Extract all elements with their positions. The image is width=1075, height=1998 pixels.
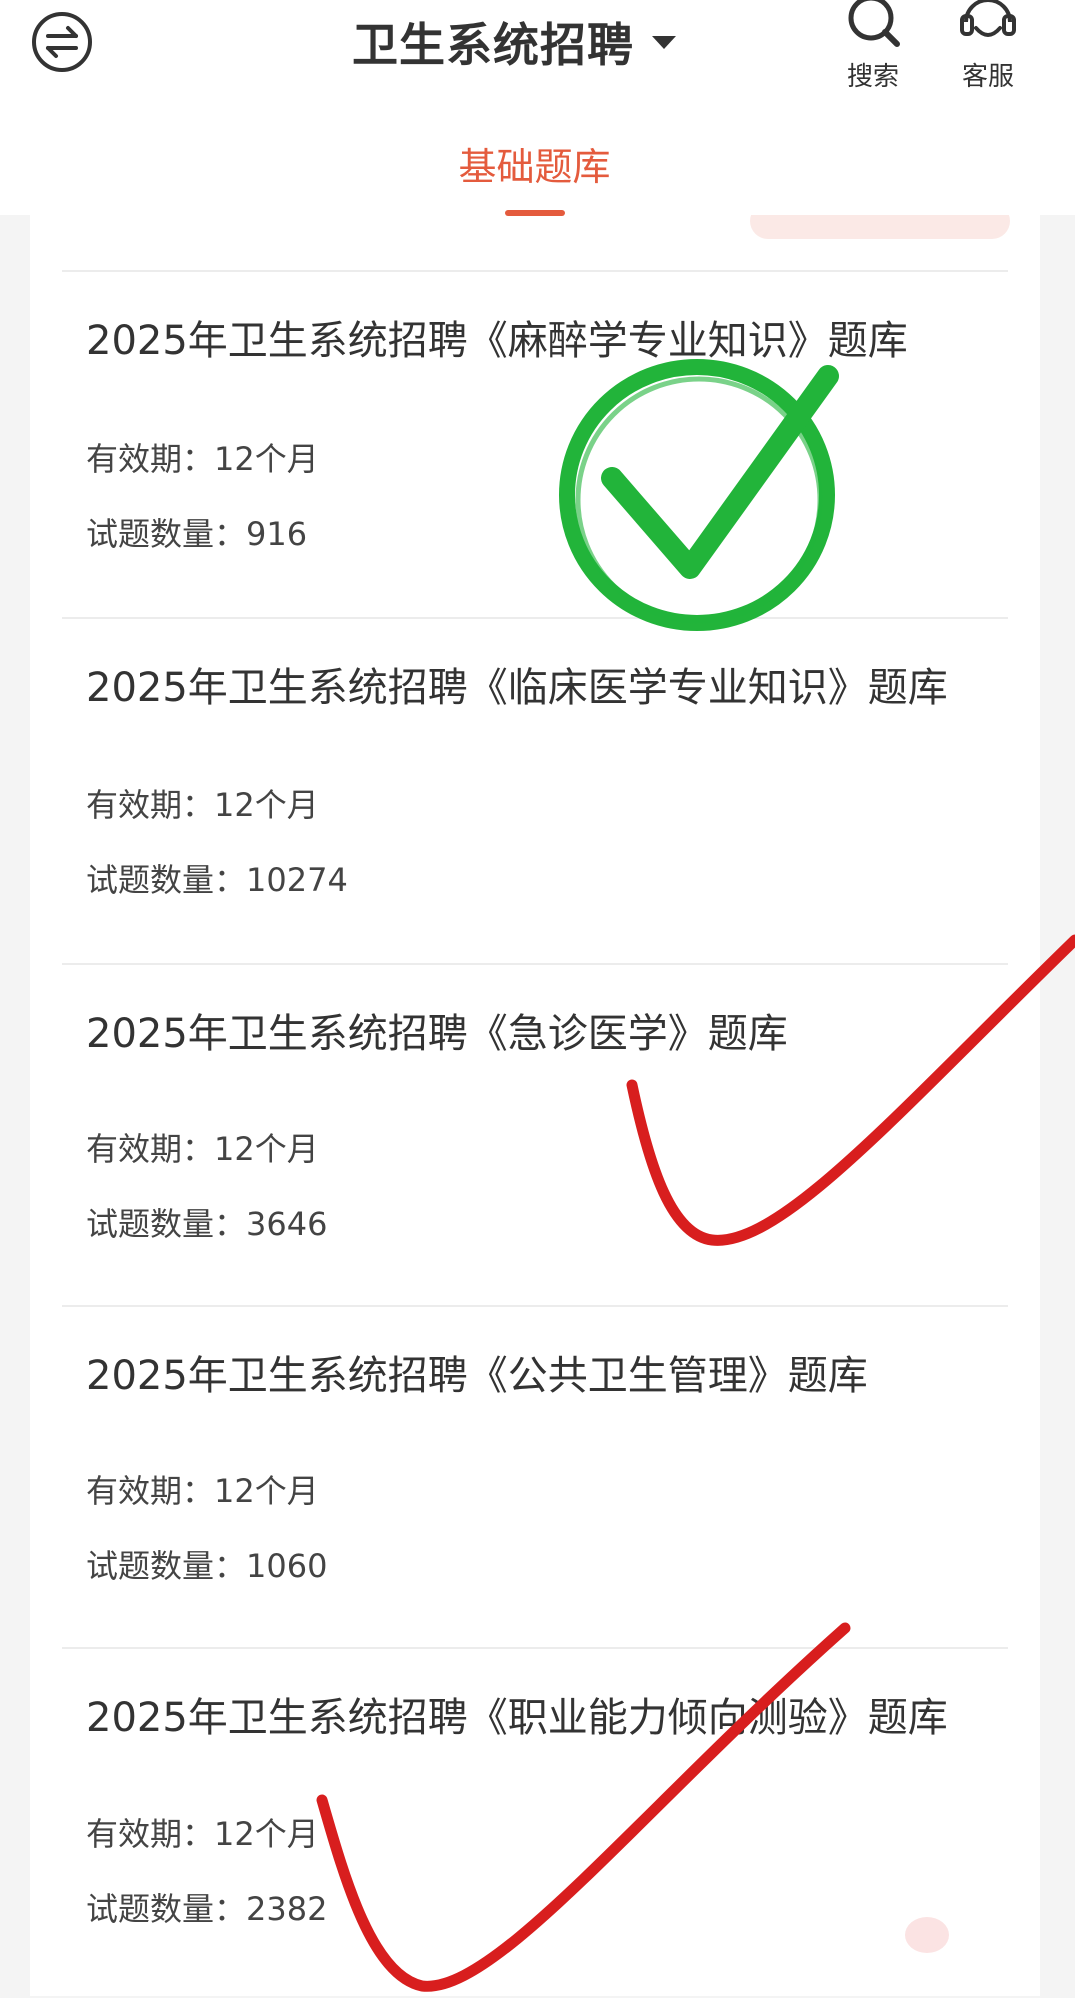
- item-question-count: 试题数量：2382: [86, 1890, 328, 1928]
- item-validity: 有效期：12个月: [86, 1472, 319, 1510]
- list-item[interactable]: 2025年卫生系统招聘《急诊医学》题库 有效期：12个月 试题数量：3646: [62, 963, 1008, 1307]
- item-title: 2025年卫生系统招聘《职业能力倾向测验》题库: [86, 1695, 948, 1741]
- headset-icon: [960, 0, 1016, 37]
- search-icon: [848, 0, 900, 47]
- item-question-count: 试题数量：3646: [86, 1205, 328, 1243]
- item-validity: 有效期：12个月: [86, 786, 319, 824]
- active-tab-indicator: [505, 210, 565, 216]
- item-title: 2025年卫生系统招聘《急诊医学》题库: [86, 1011, 788, 1057]
- item-title: 2025年卫生系统招聘《麻醉学专业知识》题库: [86, 318, 908, 364]
- list-item[interactable]: 2025年卫生系统招聘《麻醉学专业知识》题库 有效期：12个月 试题数量：916: [62, 270, 1008, 617]
- tab-basic-question-bank[interactable]: 基础题库: [452, 136, 617, 191]
- top-header: 卫生系统招聘 搜索 客服 基础题库: [0, 0, 1075, 215]
- page-title: 卫生系统招聘: [352, 18, 634, 72]
- item-validity: 有效期：12个月: [86, 1130, 319, 1168]
- list-item[interactable]: 2025年卫生系统招聘《职业能力倾向测验》题库 有效期：12个月 试题数量：23…: [62, 1647, 1008, 1998]
- chevron-down-icon: [652, 35, 676, 49]
- item-question-count: 试题数量：10274: [86, 861, 348, 899]
- search-label: 搜索: [846, 62, 899, 92]
- item-validity: 有效期：12个月: [86, 1815, 319, 1853]
- item-question-count: 试题数量：916: [86, 515, 308, 553]
- list-item[interactable]: 2025年卫生系统招聘《公共卫生管理》题库 有效期：12个月 试题数量：1060: [62, 1305, 1008, 1648]
- service-label: 客服: [961, 62, 1014, 92]
- customer-service-button[interactable]: 客服: [948, 0, 1028, 92]
- item-validity: 有效期：12个月: [86, 440, 319, 478]
- search-button[interactable]: 搜索: [833, 0, 913, 92]
- switch-exam-button[interactable]: [30, 10, 94, 74]
- question-bank-list: 2025年卫生系统招聘《麻醉学专业知识》题库 有效期：12个月 试题数量：916…: [30, 203, 1040, 1998]
- item-title: 2025年卫生系统招聘《公共卫生管理》题库: [86, 1353, 868, 1399]
- exam-selector[interactable]: 卫生系统招聘: [352, 8, 676, 76]
- list-item[interactable]: 2025年卫生系统招聘《临床医学专业知识》题库 有效期：12个月 试题数量：10…: [62, 617, 1008, 962]
- item-question-count: 试题数量：1060: [86, 1547, 328, 1585]
- switch-arrows-icon: [32, 12, 92, 72]
- item-title: 2025年卫生系统招聘《临床医学专业知识》题库: [86, 665, 948, 711]
